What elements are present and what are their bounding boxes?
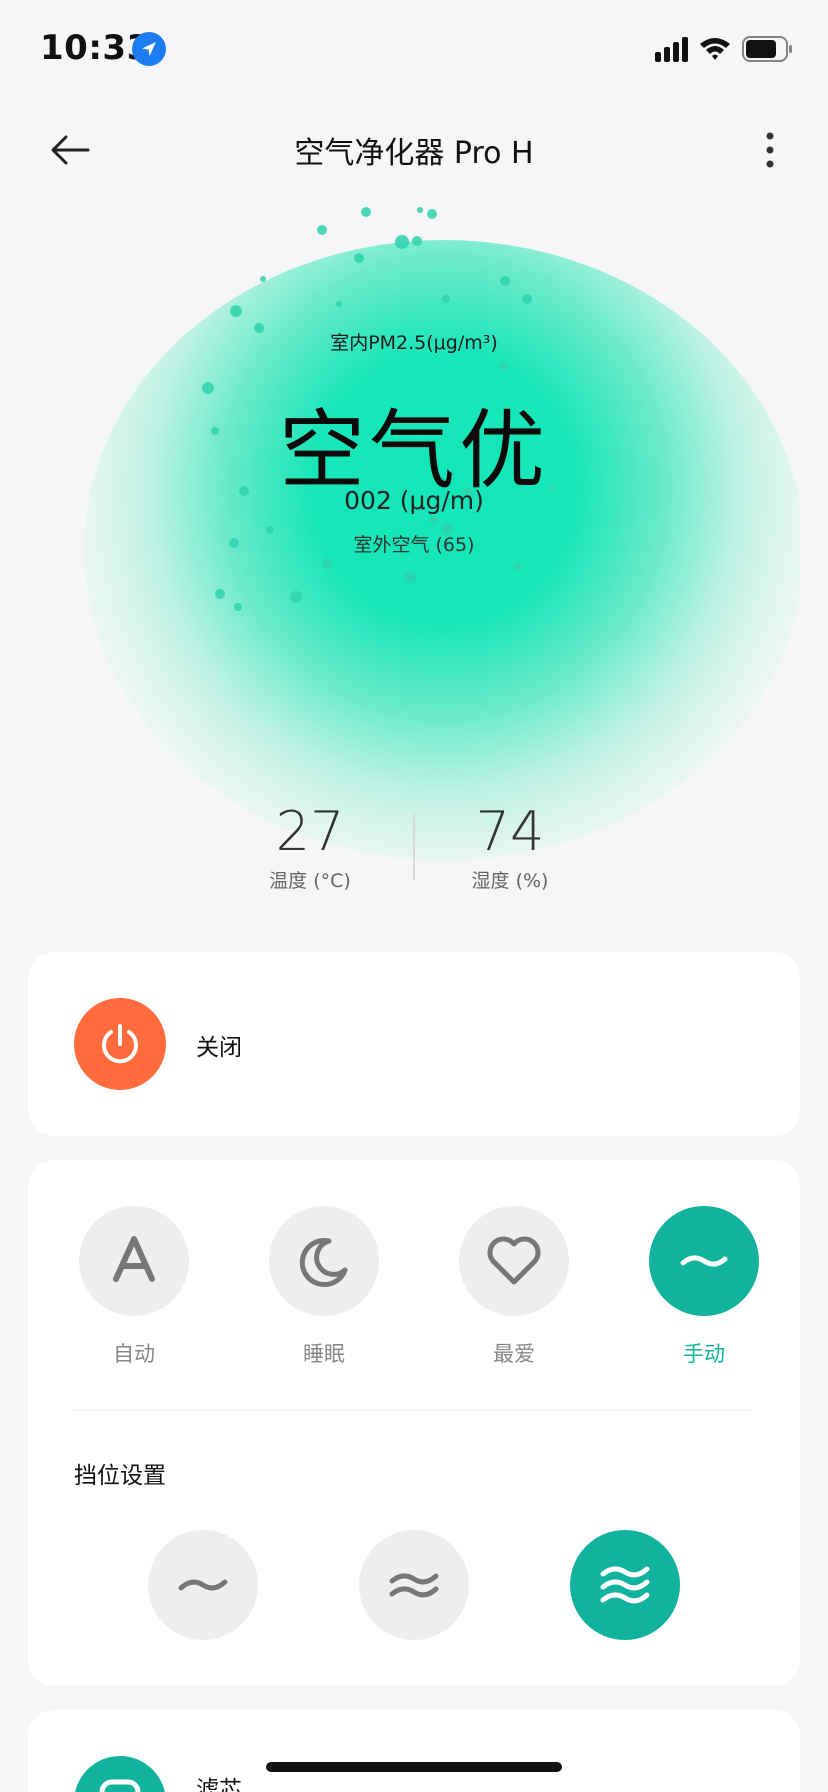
mode-favorite-label: 最爱 bbox=[493, 1342, 535, 1366]
home-indicator bbox=[266, 1762, 562, 1772]
temperature-label: 温度 (°C) bbox=[269, 870, 351, 892]
filter-icon bbox=[74, 1756, 166, 1792]
power-label: 关闭 bbox=[196, 1035, 242, 1061]
mode-auto[interactable]: 自动 bbox=[64, 1206, 204, 1368]
app-header: 空气净化器 Pro H bbox=[0, 110, 828, 190]
humidity-stat: 74 湿度 (%) bbox=[410, 800, 610, 893]
heart-icon bbox=[459, 1206, 569, 1316]
mode-auto-label: 自动 bbox=[113, 1342, 155, 1366]
mode-manual-label: 手动 bbox=[683, 1342, 725, 1366]
power-card: 关闭 bbox=[28, 952, 800, 1136]
wave-icon bbox=[649, 1206, 759, 1316]
mode-favorite[interactable]: 最爱 bbox=[444, 1206, 584, 1368]
wifi-icon bbox=[700, 38, 730, 60]
moon-icon bbox=[269, 1206, 379, 1316]
cellular-signal-icon bbox=[655, 37, 688, 62]
pm25-label: 室内PM2.5(μg/m³) bbox=[330, 332, 498, 354]
power-icon bbox=[102, 1024, 138, 1064]
wave-level-3-icon[interactable] bbox=[570, 1530, 680, 1640]
auto-a-icon bbox=[79, 1206, 189, 1316]
outdoor-air-value: 室外空气 (65) bbox=[353, 534, 475, 556]
environment-stats: 27 温度 (°C) 74 湿度 (%) bbox=[0, 800, 828, 900]
air-quality-hero: 室内PM2.5(μg/m³) 空气优 002 (μg/m) 室外空气 (65) bbox=[28, 200, 800, 900]
filter-card[interactable]: 滤芯 bbox=[28, 1710, 800, 1792]
pm25-value: 002 (μg/m) bbox=[344, 486, 484, 515]
mode-sleep[interactable]: 睡眠 bbox=[254, 1206, 394, 1368]
humidity-value: 74 bbox=[475, 800, 545, 863]
humidity-label: 湿度 (%) bbox=[471, 870, 549, 892]
temperature-value: 27 bbox=[275, 800, 345, 863]
battery-icon bbox=[742, 36, 792, 62]
location-arrow-icon bbox=[132, 32, 166, 66]
mode-manual[interactable]: 手动 bbox=[634, 1206, 774, 1368]
wave-level-2-icon[interactable] bbox=[359, 1530, 469, 1640]
power-button[interactable] bbox=[74, 998, 166, 1090]
temperature-stat: 27 温度 (°C) bbox=[210, 800, 410, 893]
wave-level-1-icon[interactable] bbox=[148, 1530, 258, 1640]
mode-card: 自动 睡眠 最爱 手动 挡位设置 bbox=[28, 1160, 800, 1686]
mode-divider bbox=[74, 1410, 754, 1411]
gear-settings-title: 挡位设置 bbox=[74, 1463, 166, 1489]
page-title: 空气净化器 Pro H bbox=[294, 136, 534, 171]
mode-sleep-label: 睡眠 bbox=[303, 1342, 345, 1366]
filter-label: 滤芯 bbox=[196, 1777, 242, 1792]
status-bar: 10:33 bbox=[0, 0, 828, 100]
more-vertical-icon[interactable] bbox=[756, 128, 784, 172]
